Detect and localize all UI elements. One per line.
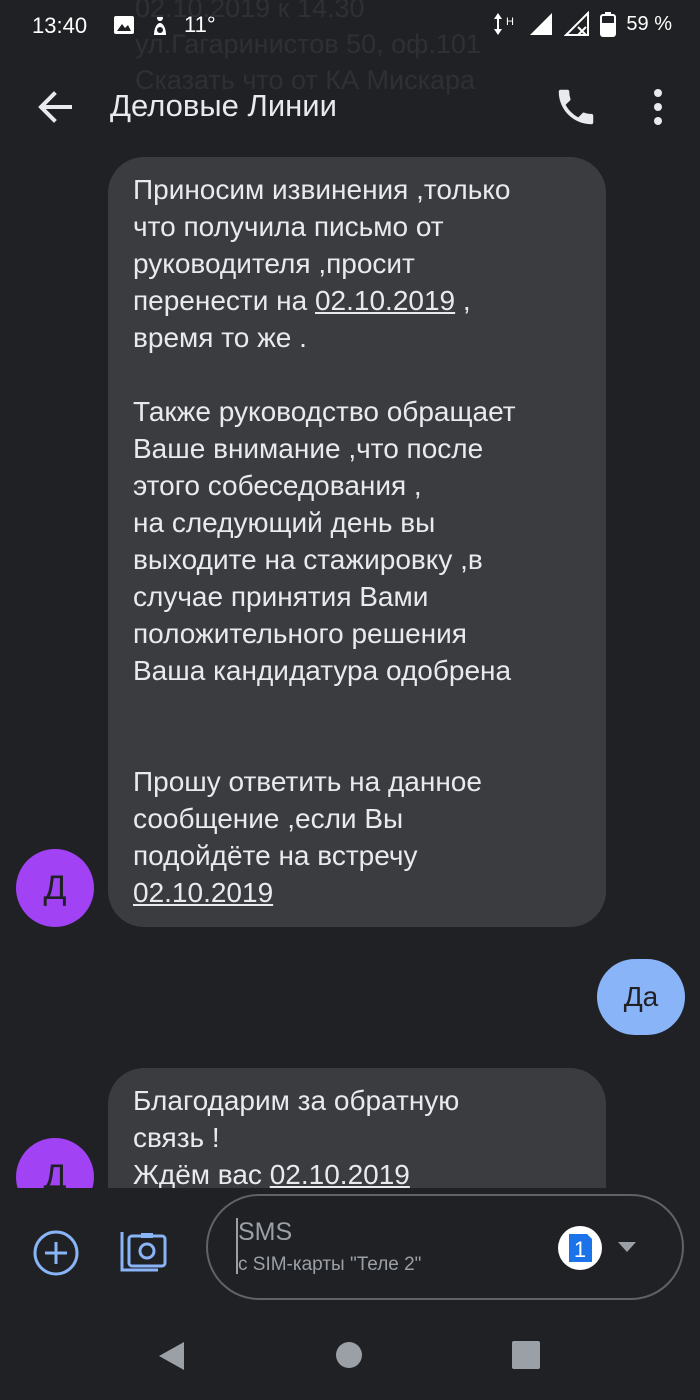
- message-placeholder: SMS: [238, 1218, 293, 1246]
- nav-recents-icon[interactable]: [512, 1341, 540, 1369]
- nav-home-icon[interactable]: [336, 1342, 362, 1368]
- signal-no-sim-icon: [564, 11, 590, 36]
- sim-selector[interactable]: 1: [556, 1224, 646, 1272]
- add-attachment-button[interactable]: [32, 1229, 80, 1277]
- sim-label: с SIM-карты "Теле 2": [238, 1254, 422, 1275]
- message-line: Также руководство обращает: [133, 396, 516, 427]
- status-time: 13:40: [32, 13, 88, 38]
- message-line: время то же .: [133, 322, 307, 353]
- message-line: подойдёте на встречу: [133, 840, 418, 871]
- avatar-letter: Д: [43, 868, 67, 907]
- message-input[interactable]: SMS с SIM-карты "Теле 2" 1: [206, 1194, 684, 1300]
- dropdown-arrow-icon: [618, 1242, 636, 1252]
- message-line: сообщение ,если Вы: [133, 803, 404, 834]
- message-line: 02.10.2019: [133, 874, 582, 911]
- message-line: перенести на 02.10.2019 ,: [133, 282, 582, 319]
- add-circle-icon: [33, 1230, 79, 1276]
- message-line: Прошу ответить на данное: [133, 766, 482, 797]
- message-text-segment: перенести на: [133, 285, 315, 316]
- more-options-button[interactable]: [638, 84, 678, 130]
- message-line: Ваша кандидатура одобрена: [133, 655, 512, 686]
- date-link[interactable]: 02.10.2019: [270, 1159, 410, 1190]
- call-button[interactable]: [553, 84, 599, 130]
- data-arrows-icon: H: [494, 13, 514, 35]
- message-text: Да: [623, 981, 659, 1012]
- navigation-bar: [0, 1310, 700, 1400]
- nav-back-button[interactable]: [156, 1340, 188, 1377]
- message-line: что получила письмо от: [133, 211, 444, 242]
- battery-percent: 59 %: [626, 12, 672, 35]
- app-bar: Деловые Линии: [0, 62, 700, 152]
- message-line: случае принятия Вами: [133, 581, 429, 612]
- outgoing-message-bubble[interactable]: Да: [597, 959, 685, 1035]
- message-text-segment: Ждём вас: [133, 1159, 270, 1190]
- back-arrow-icon: [38, 91, 72, 123]
- conversation-title: Деловые Линии: [110, 88, 337, 123]
- nav-back-icon: [159, 1342, 184, 1370]
- gallery-icon: [120, 1232, 167, 1272]
- message-text: Благодарим за обратную связь ! Ждём вас …: [133, 1082, 582, 1193]
- date-link[interactable]: 02.10.2019: [315, 285, 455, 316]
- incoming-message-bubble[interactable]: Приносим извинения ,только что получила …: [108, 157, 606, 927]
- message-line: Ваше внимание ,что после: [133, 433, 484, 464]
- message-line: Приносим извинения ,только: [133, 174, 511, 205]
- message-line: Благодарим за обратную: [133, 1085, 460, 1116]
- battery-icon: [600, 12, 617, 37]
- gallery-button[interactable]: [118, 1226, 168, 1276]
- contact-avatar[interactable]: Д: [16, 849, 94, 927]
- message-line: этого собеседования ,: [133, 470, 422, 501]
- message-line: на следующий день вы: [133, 507, 436, 538]
- message-line: выходите на стажировку ,в: [133, 544, 483, 575]
- phone-icon: [558, 89, 594, 125]
- message-text: Приносим извинения ,только что получила …: [133, 171, 582, 911]
- status-system-icons: H 59 %: [492, 11, 672, 37]
- message-text-segment: ,: [455, 285, 471, 316]
- date-link[interactable]: 02.10.2019: [133, 877, 273, 908]
- more-vert-icon: [654, 89, 662, 125]
- signal-icon: [530, 13, 553, 35]
- message-line: положительного решения: [133, 618, 467, 649]
- compose-bar: SMS с SIM-карты "Теле 2" 1: [0, 1188, 700, 1304]
- back-button[interactable]: [32, 84, 78, 130]
- message-line: руководителя ,просит: [133, 248, 415, 279]
- network-type-label: H: [506, 16, 514, 28]
- message-line: связь !: [133, 1122, 220, 1153]
- image-icon: [114, 16, 134, 34]
- sim-number: 1: [574, 1237, 586, 1262]
